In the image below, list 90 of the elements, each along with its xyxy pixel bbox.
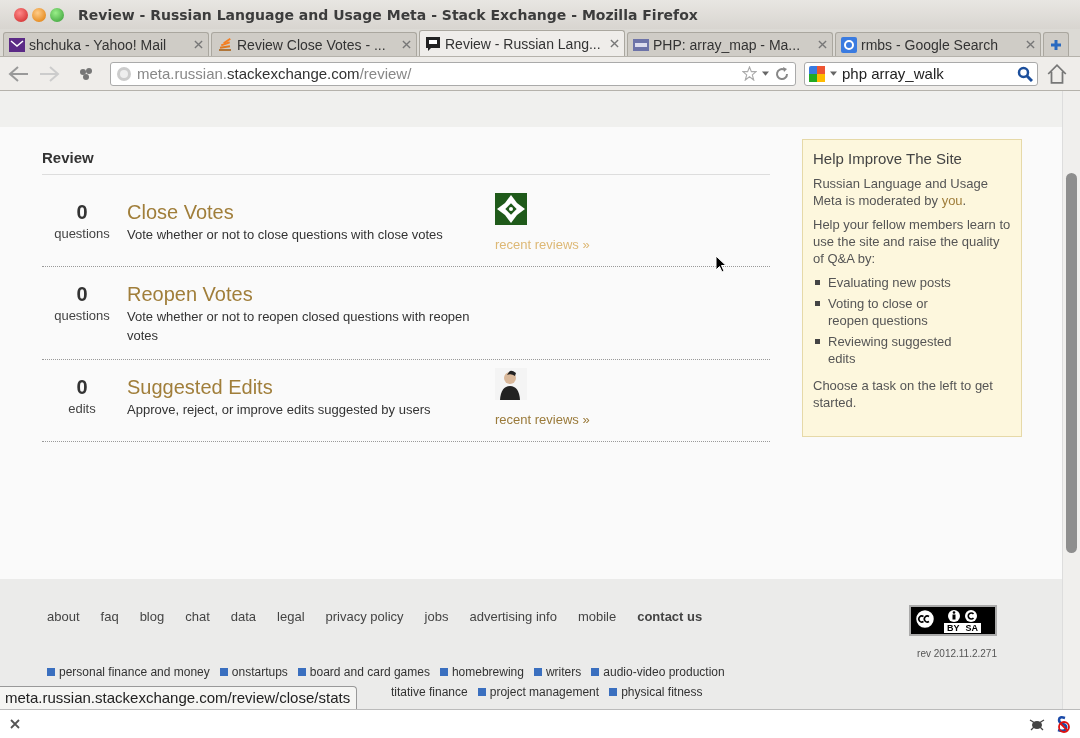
site-square-icon — [47, 668, 55, 676]
footer-link[interactable]: mobile — [577, 609, 617, 659]
bullet-icon — [815, 301, 820, 306]
page-heading: Review — [42, 139, 770, 175]
close-icon[interactable] — [10, 719, 20, 729]
site-square-icon — [297, 668, 306, 676]
footer-link[interactable]: jobs — [424, 609, 449, 659]
caret-icon[interactable] — [830, 70, 837, 77]
site-link[interactable]: onstartups — [231, 665, 288, 679]
count-unit: questions — [53, 226, 111, 241]
panel-text: Choose a task on the left to get started. — [813, 377, 994, 411]
scrollbar[interactable] — [1062, 91, 1080, 709]
envelope-icon — [9, 36, 25, 53]
recent-reviews-link[interactable]: recent reviews » — [495, 412, 590, 427]
footer-link[interactable]: privacy policy — [325, 609, 404, 659]
mouse-cursor-icon — [715, 255, 727, 273]
identicon-icon[interactable] — [495, 193, 527, 225]
queue-description: Vote whether or not to close questions with close votes — [127, 226, 444, 244]
panel-text: Russian Language and Usage Meta is moderated by you. — [813, 175, 989, 209]
reload-icon[interactable] — [774, 65, 790, 82]
review-count: 0 — [75, 376, 89, 399]
speech-bubble-icon — [425, 35, 441, 52]
close-button[interactable] — [14, 7, 28, 22]
search-field[interactable]: php array_walk — [804, 61, 1038, 86]
close-tab-icon[interactable] — [194, 40, 203, 49]
close-tab-icon[interactable] — [610, 39, 619, 48]
site-link[interactable]: audio-video production — [603, 665, 725, 679]
close-tab-icon[interactable] — [818, 40, 827, 49]
you-link[interactable]: you — [941, 193, 963, 208]
browser-tab[interactable]: shchuka - Yahoo! Mail — [3, 32, 209, 56]
count-unit: edits — [67, 401, 97, 416]
footer-link[interactable]: legal — [277, 609, 305, 659]
minimize-button[interactable] — [32, 7, 46, 22]
site-square-icon — [439, 668, 448, 676]
home-icon[interactable] — [1046, 62, 1068, 85]
list-item: Voting to close or reopen questions — [828, 295, 929, 329]
site-square-icon — [609, 688, 618, 696]
site-link[interactable]: project management — [489, 685, 600, 699]
panel-title: Help Improve The Site — [813, 150, 963, 167]
close-tab-icon[interactable] — [402, 40, 411, 49]
bug-icon[interactable] — [1028, 717, 1046, 731]
search-icon[interactable] — [1017, 65, 1033, 82]
site-square-icon — [477, 688, 486, 696]
count-unit: questions — [53, 308, 111, 323]
user-avatar[interactable] — [495, 368, 527, 400]
review-count: 0 — [75, 283, 89, 306]
footer-link[interactable]: chat — [185, 609, 210, 659]
back-icon[interactable] — [6, 63, 30, 84]
star-icon[interactable] — [742, 66, 757, 81]
panel-text: Help your fellow members learn to use the site and raise the quality of Q&A by: — [813, 216, 1011, 267]
browser-tab[interactable]: PHP: array_map - Ma... — [627, 32, 833, 56]
footer-link[interactable]: about — [47, 609, 80, 659]
site-link[interactable]: physical fitness — [621, 685, 703, 699]
footer-link[interactable]: advertising info — [469, 609, 557, 659]
footer-link[interactable]: contact us — [637, 609, 703, 659]
list-item: Reviewing suggested edits — [828, 333, 953, 367]
review-count: 0 — [75, 201, 89, 224]
footer-link[interactable]: blog — [139, 609, 165, 659]
close-tab-icon[interactable] — [1026, 40, 1035, 49]
list-item: Evaluating new posts — [828, 274, 951, 291]
bullet-icon — [815, 280, 820, 285]
site-square-icon — [591, 668, 600, 676]
revision-text: rev 2012.11.2.271 — [917, 648, 997, 659]
window-title: Review - Russian Language and Usage Meta - Stack Exchange - Mozilla Firefox — [78, 6, 698, 23]
status-url-tooltip: meta.russian.stackexchange.com/review/close/stats — [0, 686, 358, 709]
browser-tab[interactable]: Review - Russian Lang... — [419, 30, 625, 56]
footer-link[interactable]: data — [230, 609, 257, 659]
stack-icon — [217, 36, 233, 53]
queue-title-link[interactable]: Close Votes — [127, 201, 491, 224]
site-link[interactable]: titative finance — [391, 685, 468, 699]
queue-title-link[interactable]: Suggested Edits — [127, 376, 491, 399]
site-square-icon — [219, 668, 228, 676]
maximize-button[interactable] — [50, 7, 64, 22]
bullet-icon — [815, 339, 820, 344]
browser-tab[interactable]: rmbs - Google Search — [835, 32, 1041, 56]
license-badge[interactable]: BY SA — [909, 605, 997, 636]
queue-description: Vote whether or not to reopen closed questions with reopen votes — [127, 308, 471, 345]
site-link[interactable]: board and card games — [309, 665, 430, 679]
caret-icon[interactable] — [762, 70, 769, 77]
site-link[interactable]: personal finance and money — [59, 665, 210, 679]
site-square-icon — [533, 668, 542, 676]
footer-link[interactable]: faq — [100, 609, 119, 659]
site-link[interactable]: homebrewing — [451, 665, 524, 679]
browser-tab[interactable]: Review Close Votes - ... — [211, 32, 417, 56]
address-field[interactable]: meta.russian.stackexchange.com/review/ — [110, 61, 796, 86]
queue-title-link[interactable]: Reopen Votes — [127, 283, 491, 306]
new-tab-button[interactable] — [1043, 32, 1069, 56]
queue-description: Approve, reject, or improve edits suggested by users — [127, 401, 432, 419]
plus-icon — [1050, 38, 1062, 51]
site-link[interactable]: writers — [545, 665, 582, 679]
